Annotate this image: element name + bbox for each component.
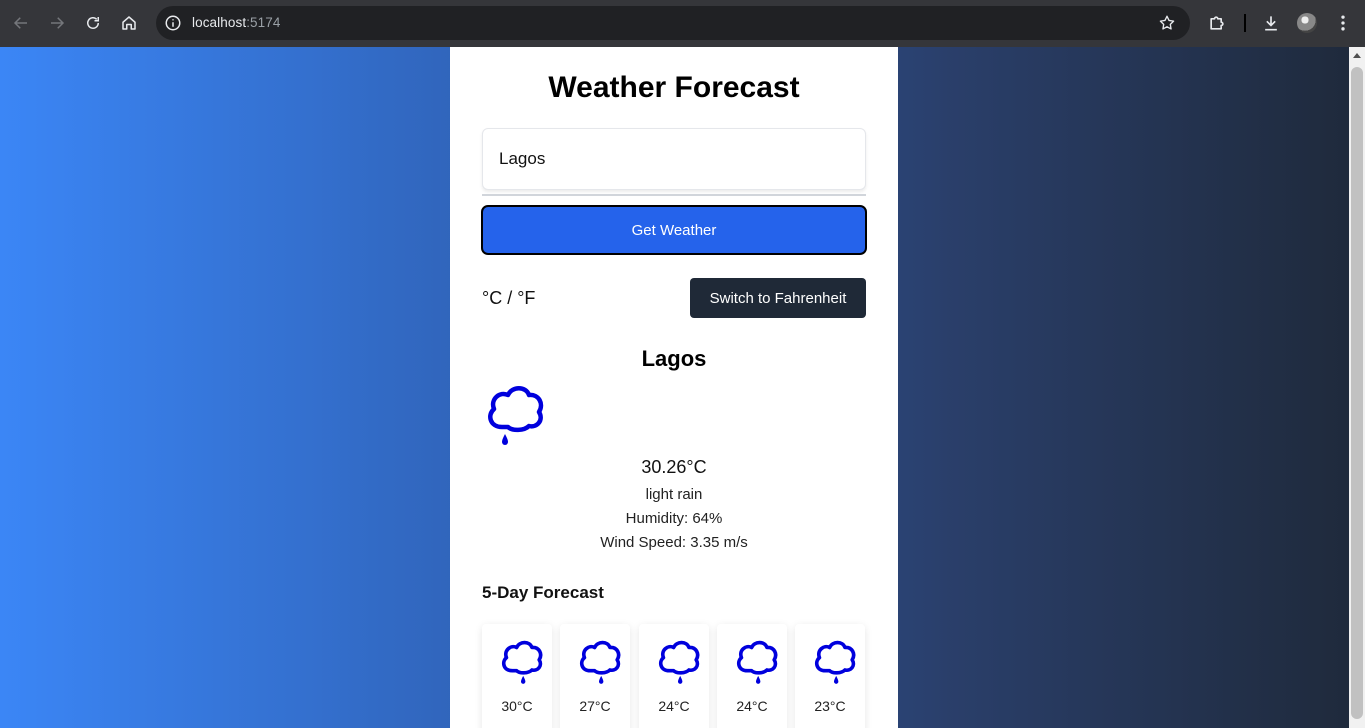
forecast-temp: 27°C (579, 698, 611, 714)
scrollbar-thumb[interactable] (1351, 67, 1363, 719)
forecast-row: 30°C 27°C 24°C 24°C 23°C (482, 624, 866, 728)
page-scrollbar[interactable] (1349, 47, 1365, 728)
downloads-button[interactable] (1260, 12, 1282, 34)
forecast-temp: 23°C (814, 698, 846, 714)
url-port: :5174 (246, 15, 281, 30)
rain-cloud-icon (501, 640, 543, 684)
forecast-temp: 24°C (658, 698, 690, 714)
browser-toolbar: localhost:5174 (0, 0, 1365, 47)
info-icon[interactable] (164, 14, 182, 32)
forecast-card: 27°C (560, 624, 630, 728)
kebab-menu-icon (1341, 15, 1345, 31)
forward-button[interactable] (45, 11, 69, 35)
forecast-card: 24°C (717, 624, 787, 728)
wind-speed-text: Wind Speed: 3.35 m/s (600, 534, 748, 551)
city-input[interactable] (482, 128, 866, 190)
rain-cloud-icon (814, 640, 856, 684)
forecast-card: 24°C (639, 624, 709, 728)
rain-cloud-icon (736, 640, 778, 684)
menu-button[interactable] (1332, 12, 1354, 34)
url-host: localhost (192, 15, 247, 30)
rain-cloud-icon (488, 386, 544, 445)
profile-avatar[interactable] (1297, 13, 1317, 33)
switch-unit-button[interactable]: Switch to Fahrenheit (690, 278, 866, 318)
rain-cloud-icon (579, 640, 621, 684)
toolbar-separator (1244, 14, 1246, 32)
forecast-temp: 30°C (501, 698, 533, 714)
city-name: Lagos (641, 346, 707, 371)
forecast-title: 5-Day Forecast (482, 583, 604, 602)
current-temperature: 30.26°C (641, 457, 707, 477)
rain-cloud-icon (658, 640, 700, 684)
download-icon (1265, 16, 1277, 31)
puzzle-icon (1210, 16, 1224, 30)
url-text[interactable]: localhost:5174 (192, 15, 280, 30)
reload-icon (87, 17, 99, 29)
forecast-temp: 24°C (736, 698, 768, 714)
page-background: Weather Forecast Get Weather °C / °F Swi… (0, 47, 1349, 728)
home-icon (122, 16, 136, 30)
forecast-card: 30°C (482, 624, 552, 728)
extensions-button[interactable] (1206, 12, 1228, 34)
star-icon[interactable] (1158, 14, 1176, 32)
home-button[interactable] (117, 11, 141, 35)
get-weather-button[interactable]: Get Weather (481, 205, 867, 255)
arrow-left-icon (13, 17, 27, 29)
page-title: Weather Forecast (548, 71, 800, 104)
weather-description: light rain (645, 486, 703, 503)
arrow-right-icon (51, 17, 65, 29)
input-underline (482, 194, 866, 196)
scroll-up-arrow-icon[interactable] (1353, 53, 1361, 58)
unit-label: °C / °F (482, 288, 536, 308)
humidity-text: Humidity: 64% (625, 510, 723, 527)
back-button[interactable] (9, 11, 33, 35)
weather-card: Weather Forecast Get Weather °C / °F Swi… (450, 47, 898, 728)
address-bar[interactable]: localhost:5174 (156, 6, 1190, 40)
forecast-card: 23°C (795, 624, 865, 728)
reload-button[interactable] (81, 11, 105, 35)
